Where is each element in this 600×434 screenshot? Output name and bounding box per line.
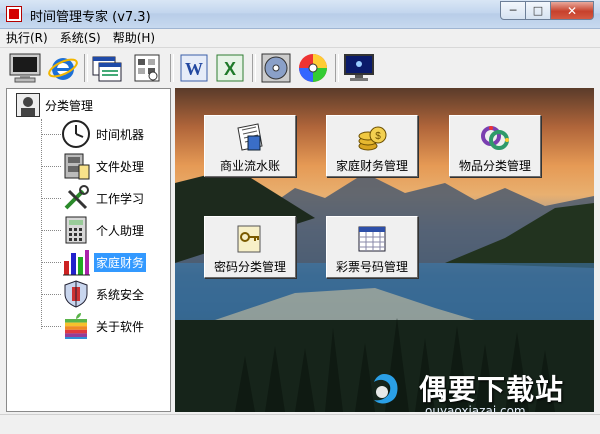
minimize-button[interactable]: ─ [500,1,526,20]
excel-icon[interactable]: X [213,51,247,85]
word-icon[interactable]: W [177,51,211,85]
app-icon [6,6,22,22]
tree-item-file-processing[interactable]: 文件处理 [41,151,146,181]
tree-item-label: 时间机器 [96,127,145,142]
business-ledger-button[interactable]: 商业流水账 [204,115,296,177]
status-bar [0,414,600,434]
apple-icon [61,311,91,341]
menu-execute[interactable]: 执行(R) [0,29,54,47]
monitor-icon[interactable] [8,51,42,85]
watermark-text: 偶要下载站 [419,373,565,406]
key-icon [234,223,266,255]
tree-item-label: 系统安全 [96,287,145,302]
watermark-url: ouyaoxiazai.com [425,404,526,412]
watermark-logo-icon [374,374,398,404]
menu-bar: 执行(R) 系统(S) 帮助(H) [0,29,600,47]
button-label: 彩票号码管理 [335,260,408,274]
password-category-button[interactable]: 密码分类管理 [204,216,296,278]
toolbar-separator [335,54,339,82]
button-label: 物品分类管理 [458,159,531,173]
tree-item-system-security[interactable]: 系统安全 [41,279,146,309]
tree-root[interactable]: 分类管理 [16,93,93,117]
window-controls: ─ □ ✕ [500,1,594,20]
tree-item-work-study[interactable]: 工作学习 [41,183,146,213]
toolbar: W X [0,47,600,88]
family-finance-button[interactable]: $ 家庭财务管理 [326,115,418,177]
coins-icon: $ [356,122,388,154]
category-tree: 分类管理 时间机器 文件处理 工作学习 个人助理 家庭财务 系统安全 关于软件 [6,88,171,412]
toolbar-separator [170,54,174,82]
internet-explorer-icon[interactable] [46,51,80,85]
tree-item-label: 个人助理 [96,223,145,238]
toolbar-separator [252,54,256,82]
tools-icon [61,183,91,213]
windows-icon[interactable] [90,51,124,85]
menu-help[interactable]: 帮助(H) [107,29,161,47]
title-bar: 时间管理专家 (v7.3) ─ □ ✕ [0,0,600,29]
color-wheel-icon[interactable] [296,51,330,85]
menu-system[interactable]: 系统(S) [54,29,107,47]
bar-chart-icon [61,247,91,277]
ledger-icon [234,122,266,154]
tree-item-label: 关于软件 [96,319,145,334]
schedule-icon[interactable] [130,51,164,85]
toolbar-separator [84,54,88,82]
tree-item-about[interactable]: 关于软件 [41,311,146,341]
tree-item-personal-assistant[interactable]: 个人助理 [41,215,146,245]
tree-item-label: 家庭财务 [94,252,147,272]
svg-text:$: $ [375,131,381,142]
button-label: 家庭财务管理 [335,159,408,173]
tree-item-label: 工作学习 [96,191,145,206]
disc-icon[interactable] [259,51,293,85]
main-panel: 商业流水账 $ 家庭财务管理 物品分类管理 密码分类管理 彩票号码管理 偶要下载… [175,88,594,412]
security-icon [61,279,91,309]
tree-item-label: 文件处理 [96,159,145,174]
maximize-button[interactable]: □ [526,1,551,20]
beads-icon [479,122,511,154]
lottery-number-button[interactable]: 彩票号码管理 [326,216,418,278]
svg-text:W: W [185,59,203,79]
close-button[interactable]: ✕ [551,1,594,20]
button-label: 商业流水账 [219,159,280,173]
file-cabinet-icon [61,151,91,181]
tree-root-label: 分类管理 [45,98,94,113]
item-category-button[interactable]: 物品分类管理 [449,115,541,177]
svg-text:X: X [224,59,236,79]
user-avatar-icon [16,93,40,117]
window-title: 时间管理专家 (v7.3) [30,10,151,25]
calculator-icon [61,215,91,245]
tree-item-family-finance[interactable]: 家庭财务 [41,247,147,277]
screen-icon[interactable] [342,51,376,85]
clock-icon [61,119,91,149]
lottery-table-icon [356,223,388,255]
button-label: 密码分类管理 [213,260,286,274]
tree-item-time-machine[interactable]: 时间机器 [41,119,146,149]
